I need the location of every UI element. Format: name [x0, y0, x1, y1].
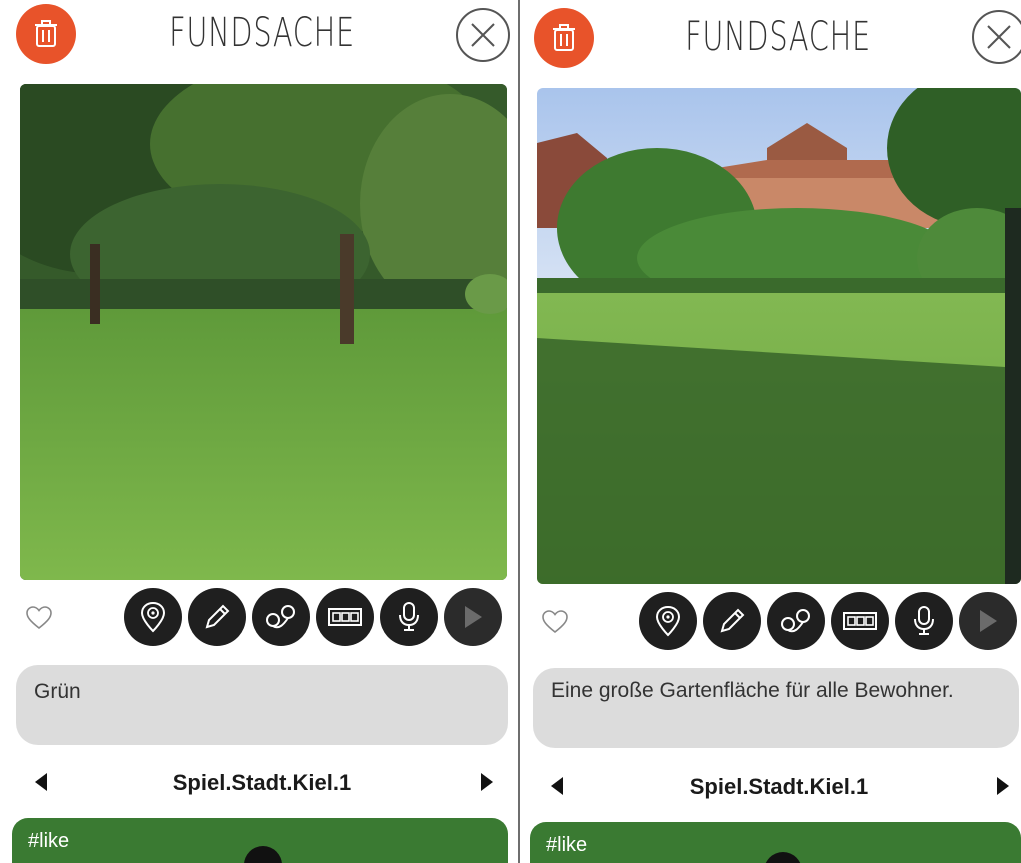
- collection-name: Spiel.Stadt.Kiel.1: [689, 774, 869, 799]
- location-button[interactable]: [124, 588, 182, 646]
- close-icon: [471, 23, 495, 47]
- screen-left: FUNDSACHE Grün Spiel.Stadt.Kiel.1 #like: [0, 0, 518, 863]
- edit-button[interactable]: [703, 592, 761, 650]
- location-pin-icon: [140, 601, 166, 633]
- microphone-icon: [399, 602, 419, 631]
- heart-icon[interactable]: [26, 606, 52, 630]
- like-bar[interactable]: #like: [530, 822, 1021, 863]
- like-indicator: [764, 852, 802, 863]
- play-button[interactable]: [959, 592, 1017, 650]
- like-label: #like: [546, 834, 588, 856]
- play-icon: [465, 606, 482, 628]
- audio-button[interactable]: [380, 588, 438, 646]
- collection-name: Spiel.Stadt.Kiel.1: [172, 770, 352, 795]
- delete-button[interactable]: [16, 4, 76, 64]
- trash-icon: [553, 24, 575, 51]
- trash-icon: [35, 20, 57, 47]
- close-icon: [987, 25, 1011, 49]
- arrow-left-icon[interactable]: [34, 772, 48, 792]
- location-pin-icon: [655, 605, 681, 637]
- heart-icon[interactable]: [542, 610, 568, 634]
- film-strip-icon: [843, 612, 877, 630]
- location-button[interactable]: [639, 592, 697, 650]
- collection-navigator: Spiel.Stadt.Kiel.1: [520, 768, 1021, 808]
- page-title: FUNDSACHE: [169, 10, 355, 56]
- arrow-right-icon[interactable]: [996, 776, 1010, 796]
- delete-button[interactable]: [534, 8, 594, 68]
- play-icon: [980, 610, 997, 632]
- close-button[interactable]: [972, 10, 1021, 64]
- description-text[interactable]: Grün: [16, 665, 508, 745]
- media-button[interactable]: [316, 588, 374, 646]
- media-button[interactable]: [831, 592, 889, 650]
- screen-right: FUNDSACHE Eine große Gartenfläche für al…: [520, 0, 1021, 863]
- microphone-icon: [914, 606, 934, 635]
- collection-navigator: Spiel.Stadt.Kiel.1: [0, 764, 518, 804]
- play-button[interactable]: [444, 588, 502, 646]
- route-icon: [266, 605, 295, 629]
- arrow-left-icon[interactable]: [550, 776, 564, 796]
- film-strip-icon: [328, 608, 362, 626]
- photo-park-lawn: [20, 84, 507, 580]
- like-bar[interactable]: #like: [12, 818, 508, 863]
- audio-button[interactable]: [895, 592, 953, 650]
- arrow-right-icon[interactable]: [480, 772, 494, 792]
- edit-button[interactable]: [188, 588, 246, 646]
- route-button[interactable]: [767, 592, 825, 650]
- like-indicator: [244, 846, 282, 863]
- description-text[interactable]: Eine große Gartenfläche für alle Bewohne…: [533, 668, 1019, 748]
- photo-garden-area: [537, 88, 1021, 584]
- page-title: FUNDSACHE: [685, 14, 871, 60]
- like-label: #like: [28, 830, 70, 852]
- route-button[interactable]: [252, 588, 310, 646]
- route-icon: [781, 609, 810, 633]
- pencil-icon: [205, 604, 230, 629]
- close-button[interactable]: [456, 8, 510, 62]
- pencil-icon: [720, 608, 745, 633]
